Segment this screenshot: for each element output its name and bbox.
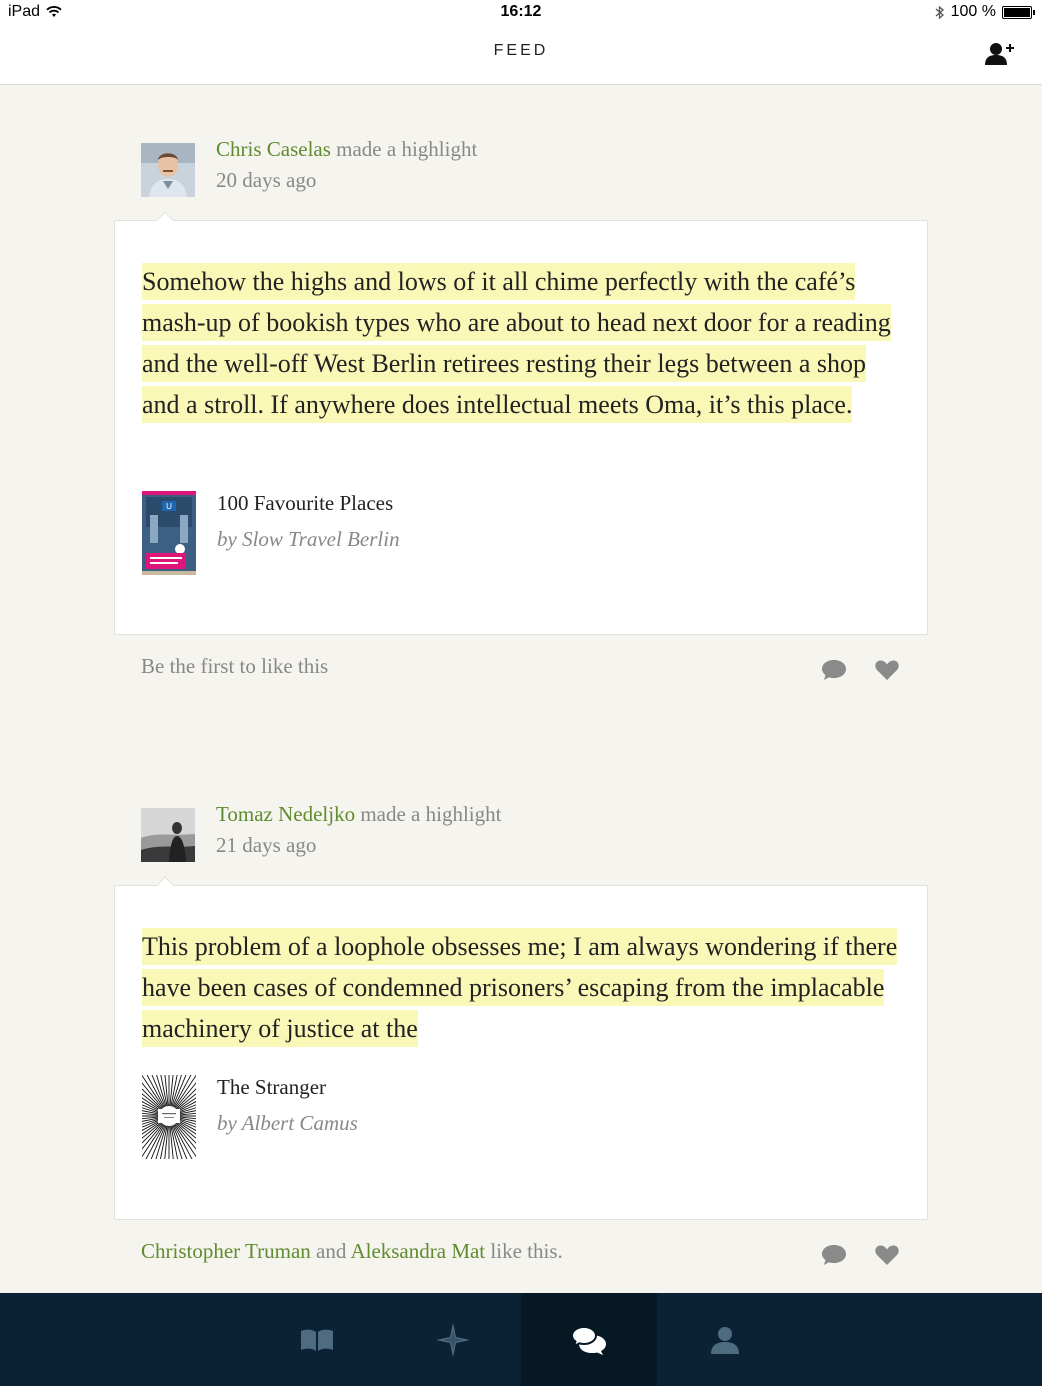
tab-discover[interactable] <box>385 1293 521 1386</box>
avatar[interactable] <box>141 143 195 197</box>
battery-percent: 100 % <box>950 3 996 20</box>
likes-text: Be the first to like this <box>141 654 329 678</box>
tab-feed[interactable] <box>521 1293 657 1386</box>
book-reference[interactable]: The Stranger by Albert Camus <box>142 1075 842 1159</box>
action-text: made a highlight <box>360 802 502 826</box>
timestamp: 20 days ago <box>216 168 317 192</box>
feed-item-meta: Chris Caselas made a highlight 20 days a… <box>216 137 816 193</box>
profile-icon <box>711 1326 739 1354</box>
heart-icon <box>875 1245 899 1265</box>
like-button[interactable] <box>874 658 900 682</box>
comment-icon <box>822 1245 846 1265</box>
tab-profile[interactable] <box>657 1293 793 1386</box>
comment-button[interactable] <box>821 658 847 682</box>
tab-library[interactable] <box>249 1293 385 1386</box>
user-link[interactable]: Tomaz Nedeljko <box>216 802 355 826</box>
action-text: made a highlight <box>336 137 478 161</box>
timestamp: 21 days ago <box>216 833 317 857</box>
feed-item-footer: Be the first to like this <box>141 654 911 684</box>
clock: 16:12 <box>500 3 542 20</box>
card-notch <box>156 876 174 894</box>
heart-icon <box>875 660 899 680</box>
comment-button[interactable] <box>821 1243 847 1267</box>
svg-text:U: U <box>166 502 172 511</box>
user-link[interactable]: Chris Caselas <box>216 137 331 161</box>
likes-text: Christopher Truman and Aleksandra Mat li… <box>141 1239 563 1263</box>
book-cover[interactable] <box>142 1075 196 1159</box>
highlight-card[interactable]: This problem of a loophole obsesses me; … <box>114 876 928 1220</box>
book-cover[interactable]: U <box>142 491 196 575</box>
highlight-quote: Somehow the highs and lows of it all chi… <box>142 261 902 425</box>
battery-fill <box>1004 7 1030 17</box>
book-title: The Stranger <box>217 1075 327 1099</box>
battery-icon <box>1002 5 1035 19</box>
comment-icon <box>822 660 846 680</box>
chat-bubbles-icon <box>570 1325 606 1355</box>
book-reference[interactable]: U 100 Favourite Places by Slow Travel Be… <box>142 491 842 575</box>
feed-item-meta: Tomaz Nedeljko made a highlight 21 days … <box>216 802 816 858</box>
liker-link[interactable]: Aleksandra Mat <box>350 1239 485 1263</box>
compass-star-icon <box>436 1322 470 1357</box>
highlight-card[interactable]: Somehow the highs and lows of it all chi… <box>114 211 928 635</box>
card-notch <box>156 211 174 229</box>
page-title: FEED <box>493 42 549 59</box>
add-person-icon <box>985 43 1014 65</box>
book-author: by Albert Camus <box>217 1111 358 1135</box>
avatar[interactable] <box>141 808 195 862</box>
bluetooth-icon <box>935 5 944 19</box>
liker-link[interactable]: Christopher Truman <box>141 1239 311 1263</box>
book-author: by Slow Travel Berlin <box>217 527 400 551</box>
tab-bar <box>0 1293 1042 1386</box>
like-button[interactable] <box>874 1243 900 1267</box>
navigation-bar: FEED <box>0 26 1042 85</box>
feed-item-footer: Christopher Truman and Aleksandra Mat li… <box>141 1239 911 1269</box>
book-title: 100 Favourite Places <box>217 491 394 515</box>
add-friend-button[interactable] <box>982 40 1018 70</box>
book-icon <box>301 1329 333 1351</box>
status-bar: iPad 16:12 100 % <box>0 0 1042 26</box>
highlight-quote: This problem of a loophole obsesses me; … <box>142 926 902 1049</box>
